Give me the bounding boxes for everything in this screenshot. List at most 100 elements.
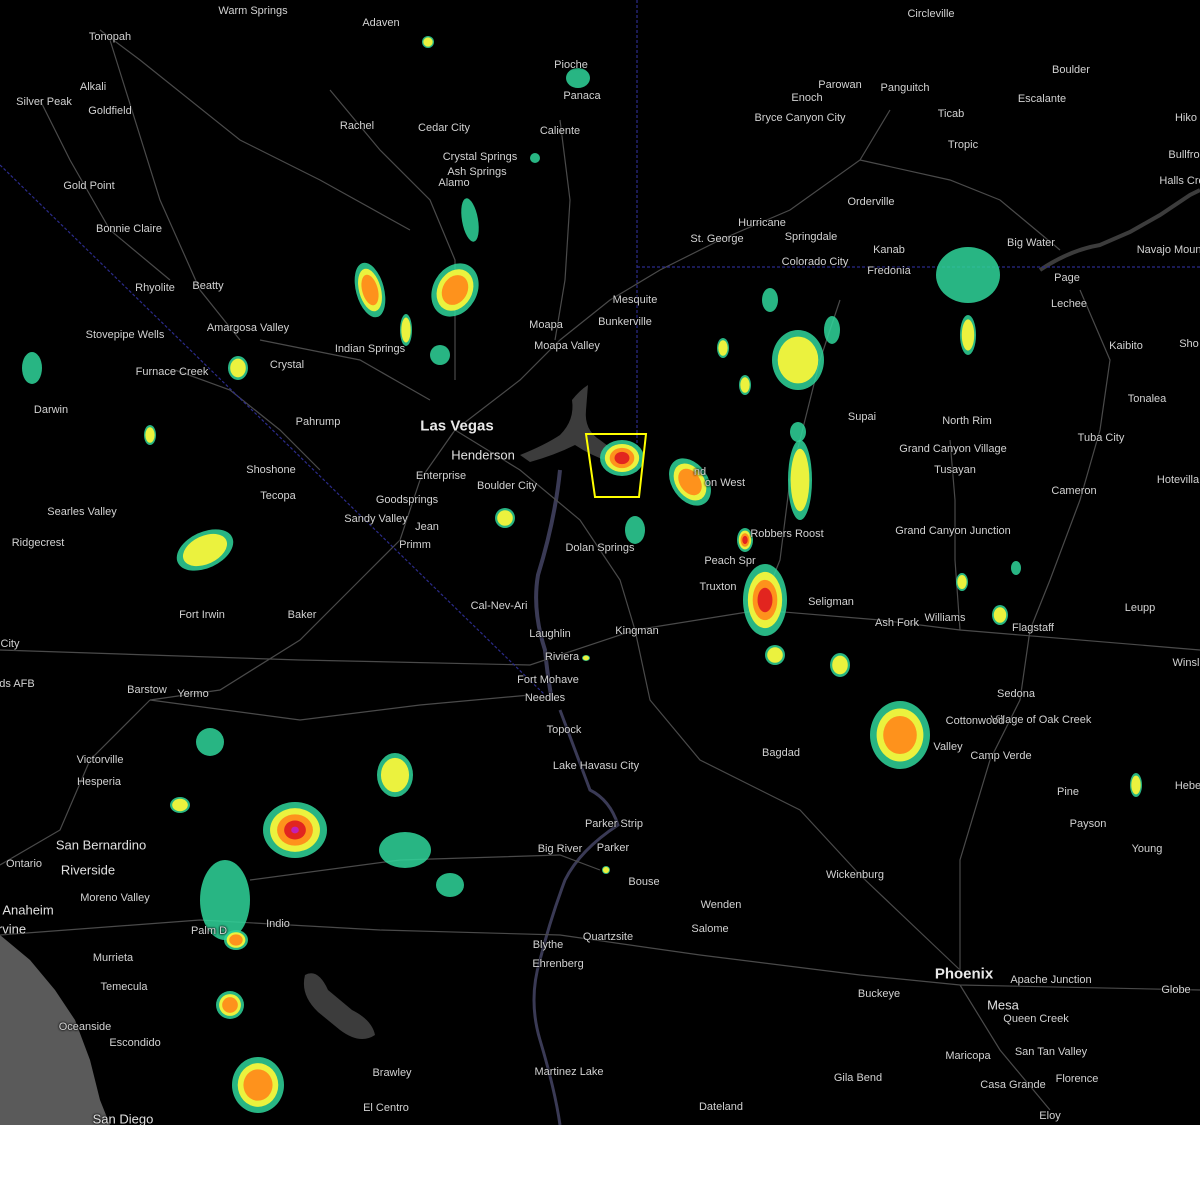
city-label: Kingman <box>615 625 659 637</box>
city-label: North Rim <box>942 415 992 427</box>
city-label: Young <box>1131 843 1163 855</box>
city-label: Big Water <box>1007 237 1055 249</box>
radar-cell-32 <box>224 930 248 950</box>
city-label: Moreno Valley <box>80 892 150 904</box>
city-label: Palm D <box>190 925 228 937</box>
city-label: Darwin <box>33 404 69 416</box>
radar-cell-6 <box>228 356 248 380</box>
radar-cell-20 <box>765 645 785 665</box>
city-label: Temecula <box>100 981 148 993</box>
city-label: Blythe <box>532 939 564 951</box>
city-label: Tonalea <box>1127 393 1167 405</box>
city-label: Brawley <box>372 1067 412 1079</box>
city-label: Cal-Nev-Ari <box>470 600 528 612</box>
city-label: Kanab <box>873 244 905 256</box>
city-label: Wenden <box>700 899 742 911</box>
road-17 <box>109 39 241 341</box>
radar-cell-22 <box>870 701 930 769</box>
radar-cell-9 <box>176 529 234 571</box>
city-label: Queen Creek <box>1003 1013 1069 1025</box>
city-label: Williams <box>924 612 966 624</box>
city-label: Warm Springs <box>218 5 288 17</box>
city-label: Anaheim <box>2 902 54 918</box>
city-label: Barstow <box>127 684 167 696</box>
city-label: Dateland <box>698 1101 744 1113</box>
city-label: Ridgecrest <box>11 537 65 549</box>
radar-cell-36 <box>379 832 431 868</box>
city-label: Riviera <box>544 651 580 663</box>
radar-cell-43 <box>717 338 729 358</box>
radar-cell-13 <box>625 516 645 544</box>
city-label: Rhyolite <box>135 282 175 294</box>
radar-cell-3 <box>461 198 479 242</box>
city-label: Springdale <box>784 231 838 243</box>
radar-cell-1 <box>354 262 386 318</box>
radar-cell-4 <box>400 314 412 346</box>
city-label: Lechee <box>1050 298 1088 310</box>
radar-map[interactable]: Warm Springs Adaven Circleville Tonopah Pioc… <box>0 0 1200 1125</box>
radar-cell-30 <box>170 797 190 813</box>
city-label: San Bernardino <box>55 837 147 853</box>
radar-cell-44 <box>739 375 751 395</box>
city-label: Topock <box>546 724 582 736</box>
city-label: Pahrump <box>295 416 341 428</box>
radar-cell-21 <box>830 653 850 677</box>
city-label: Indio <box>266 918 290 930</box>
city-label: Quartzsite <box>582 931 634 943</box>
city-label: Ehrenberg <box>532 958 584 970</box>
city-label: Tusayan <box>934 464 976 476</box>
radar-cell-41 <box>422 36 434 48</box>
city-label: Needles <box>524 692 566 704</box>
radar-cell-14 <box>772 330 824 390</box>
city-label: Fort Irwin <box>179 609 225 621</box>
city-label: Supai <box>847 411 877 423</box>
colorado-river-lower <box>532 709 620 1125</box>
road-19 <box>554 119 571 341</box>
lake-powell <box>1038 188 1200 272</box>
city-label: Escalante <box>1017 93 1067 105</box>
city-label: Cottonwood <box>945 715 1005 727</box>
city-label: Halls Cro <box>1159 175 1200 187</box>
city-label: Leupp <box>1124 602 1156 614</box>
city-label: Ticab <box>937 108 965 120</box>
map-canvas[interactable] <box>0 0 1200 1125</box>
city-label: Casa Grande <box>980 1079 1046 1091</box>
city-label: Salome <box>691 923 729 935</box>
radar-cell-10 <box>495 508 515 528</box>
radar-cell-33 <box>216 991 244 1019</box>
road-14 <box>1029 289 1111 631</box>
radar-cell-25 <box>992 605 1008 625</box>
city-label: Grand Canyon Village <box>899 443 1007 455</box>
city-label: San Tan Valley <box>1014 1046 1088 1058</box>
radar-cell-19 <box>743 564 787 636</box>
city-label: Village of Oak Creek <box>990 714 1092 726</box>
city-label: Navajo Mountain <box>1136 244 1200 256</box>
radar-cell-2 <box>431 263 479 317</box>
city-label: Colorado City <box>781 256 849 268</box>
city-label: Panaca <box>563 90 601 102</box>
city-label: St. George <box>690 233 744 245</box>
city-label: Enoch <box>791 92 823 104</box>
city-label: Mesquite <box>612 294 658 306</box>
city-label: Circleville <box>907 8 955 20</box>
city-label: Ontario <box>5 858 43 870</box>
road-15 <box>959 629 1031 970</box>
city-label: Payson <box>1069 818 1107 830</box>
city-label: Parowan <box>818 79 862 91</box>
city-label: Phoenix <box>934 965 994 983</box>
city-label: Maricopa <box>945 1050 991 1062</box>
city-label: Alkali <box>79 81 107 93</box>
city-label: Buckeye <box>857 988 901 1000</box>
city-label: Truxton <box>699 581 737 593</box>
radar-cell-11 <box>600 440 644 476</box>
city-label: Boulder <box>1052 64 1090 76</box>
city-label: Moapa <box>529 319 563 331</box>
city-label: Sandy Valley <box>344 513 408 525</box>
road-8 <box>634 629 961 971</box>
colorado-river-upper <box>534 469 562 701</box>
city-label: Hiko <box>1174 112 1198 124</box>
radar-cell-42 <box>530 153 540 163</box>
city-label: San Diego <box>92 1111 154 1126</box>
radar-cell-40 <box>566 68 590 88</box>
radar-cell-38 <box>582 655 590 661</box>
